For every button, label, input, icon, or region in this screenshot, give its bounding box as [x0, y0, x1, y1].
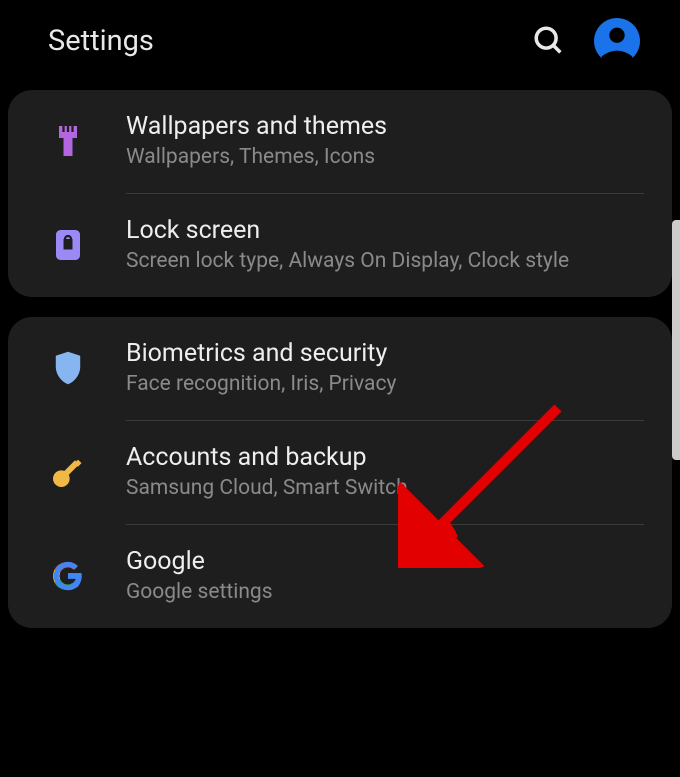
row-title: Accounts and backup	[126, 443, 644, 472]
key-icon	[44, 448, 92, 496]
settings-group-1: Wallpapers and themes Wallpapers, Themes…	[8, 90, 672, 297]
paintbrush-icon	[44, 117, 92, 165]
scrollbar[interactable]	[672, 220, 680, 460]
google-icon	[44, 552, 92, 600]
lock-icon	[44, 221, 92, 269]
row-title: Google	[126, 547, 644, 576]
account-button[interactable]	[594, 18, 640, 64]
row-text: Lock screen Screen lock type, Always On …	[126, 216, 644, 273]
page-title: Settings	[48, 24, 154, 58]
row-subtitle: Google settings	[126, 580, 644, 604]
settings-row-biometrics[interactable]: Biometrics and security Face recognition…	[8, 317, 672, 420]
row-text: Accounts and backup Samsung Cloud, Smart…	[126, 443, 644, 500]
row-subtitle: Screen lock type, Always On Display, Clo…	[126, 249, 644, 273]
search-icon	[532, 24, 566, 58]
header-actions	[532, 18, 640, 64]
row-text: Wallpapers and themes Wallpapers, Themes…	[126, 112, 644, 169]
settings-group-2: Biometrics and security Face recognition…	[8, 317, 672, 628]
account-icon	[594, 18, 640, 64]
row-subtitle: Wallpapers, Themes, Icons	[126, 145, 644, 169]
header: Settings	[0, 0, 680, 82]
row-text: Biometrics and security Face recognition…	[126, 339, 644, 396]
row-title: Lock screen	[126, 216, 644, 245]
row-title: Biometrics and security	[126, 339, 644, 368]
shield-icon	[44, 344, 92, 392]
row-text: Google Google settings	[126, 547, 644, 604]
row-title: Wallpapers and themes	[126, 112, 644, 141]
settings-row-lockscreen[interactable]: Lock screen Screen lock type, Always On …	[8, 194, 672, 297]
row-subtitle: Samsung Cloud, Smart Switch	[126, 476, 644, 500]
search-button[interactable]	[532, 24, 566, 58]
settings-row-accounts[interactable]: Accounts and backup Samsung Cloud, Smart…	[8, 421, 672, 524]
row-subtitle: Face recognition, Iris, Privacy	[126, 372, 644, 396]
settings-row-wallpapers[interactable]: Wallpapers and themes Wallpapers, Themes…	[8, 90, 672, 193]
settings-row-google[interactable]: Google Google settings	[8, 525, 672, 628]
